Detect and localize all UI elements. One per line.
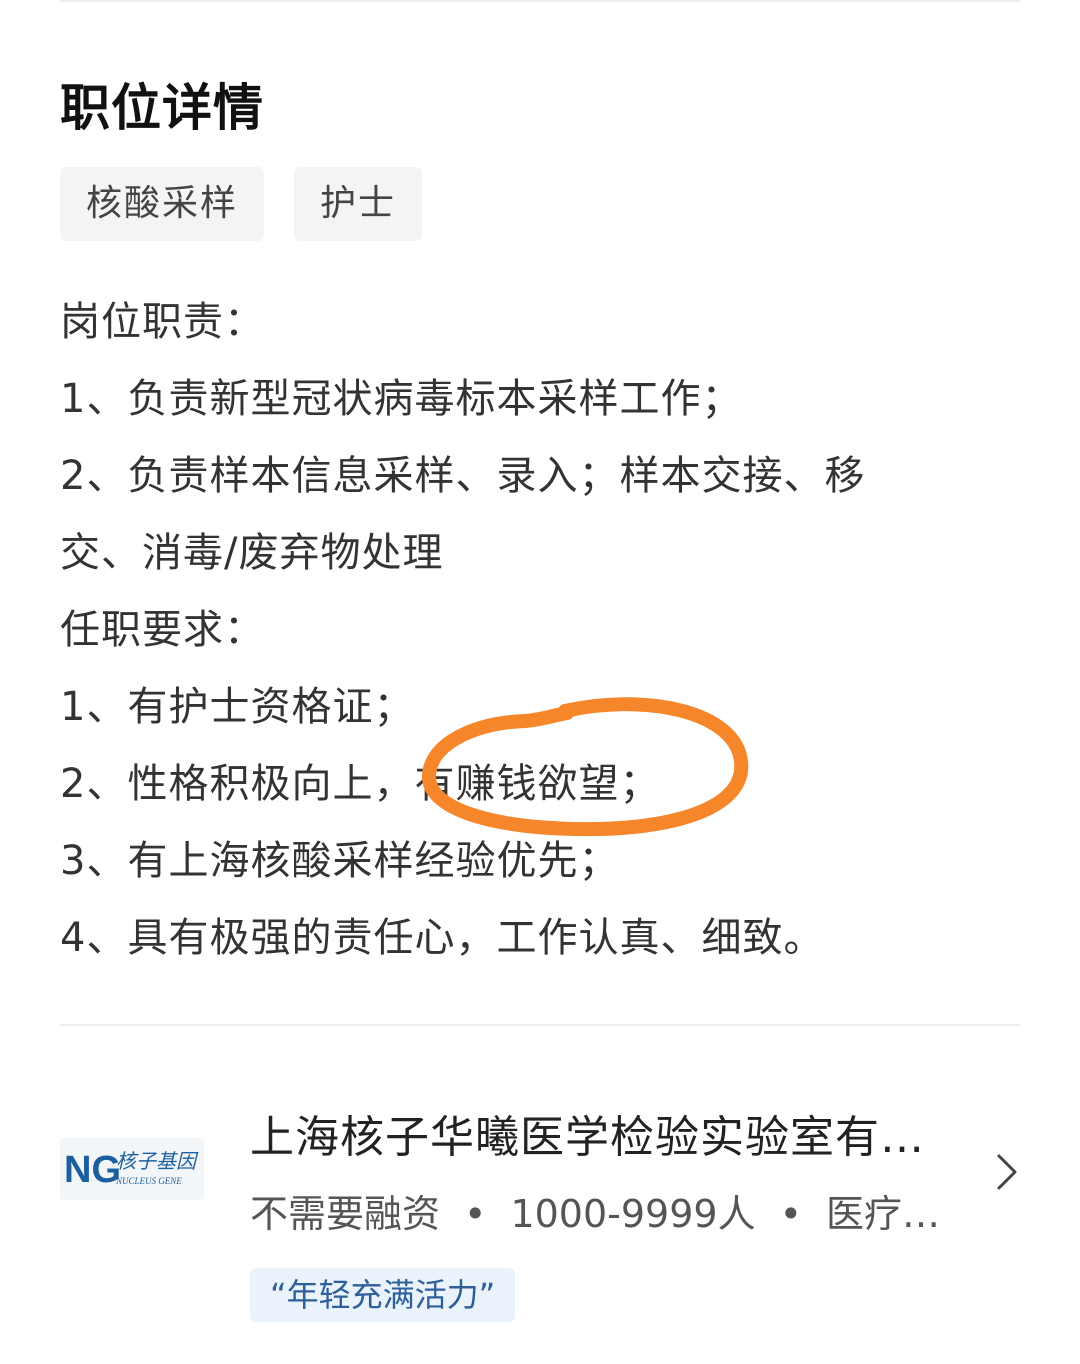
chevron-right-icon[interactable]: [995, 1152, 1019, 1192]
svg-text:NUCLEUS GENE: NUCLEUS GENE: [115, 1176, 182, 1186]
description-line: 岗位职责：: [60, 299, 265, 345]
description-line: 任职要求：: [60, 607, 265, 653]
description-line: 2、负责样本信息采样、录入；样本交接、移: [60, 453, 866, 499]
description-line: 交、消毒/废弃物处理: [60, 530, 444, 576]
description-line: 3、有上海核酸采样经验优先；: [60, 838, 620, 884]
meta-separator: •: [464, 1192, 487, 1236]
description-line: 1、有护士资格证；: [60, 684, 415, 730]
top-divider: [60, 0, 1020, 2]
tag-nurse[interactable]: 护士: [294, 167, 423, 241]
job-description: 岗位职责： 1、负责新型冠状病毒标本采样工作； 2、负责样本信息采样、录入；样本…: [60, 284, 980, 977]
section-divider: [60, 1024, 1020, 1026]
company-size: 1000-9999人: [510, 1192, 756, 1236]
company-industry: 医疗…: [826, 1192, 941, 1236]
description-line: 1、负责新型冠状病毒标本采样工作；: [60, 376, 743, 422]
nucleus-gene-logo-icon: NG 核子基因 NUCLEUS GENE: [64, 1149, 199, 1191]
svg-text:NG: NG: [64, 1149, 121, 1191]
company-funding: 不需要融资: [250, 1192, 441, 1236]
tag-nucleic-sampling[interactable]: 核酸采样: [60, 167, 265, 241]
description-line: 4、具有极强的责任心，工作认真、细致。: [60, 915, 825, 961]
company-name[interactable]: 上海核子华曦医学检验实验室有…: [250, 1108, 980, 1168]
meta-separator: •: [779, 1192, 802, 1236]
company-meta: 不需要融资 • 1000-9999人 • 医疗…: [250, 1186, 980, 1242]
company-logo: NG 核子基因 NUCLEUS GENE: [60, 1138, 204, 1200]
section-title: 职位详情: [60, 79, 264, 137]
svg-text:核子基因: 核子基因: [116, 1151, 199, 1173]
job-tags: 核酸采样 护士: [60, 167, 423, 241]
company-card[interactable]: NG 核子基因 NUCLEUS GENE 上海核子华曦医学检验实验室有… 不需要…: [60, 1100, 1020, 1330]
description-line-highlighted: 2、性格积极向上，有赚钱欲望；: [60, 761, 661, 807]
company-badge: “年轻充满活力”: [250, 1268, 516, 1322]
